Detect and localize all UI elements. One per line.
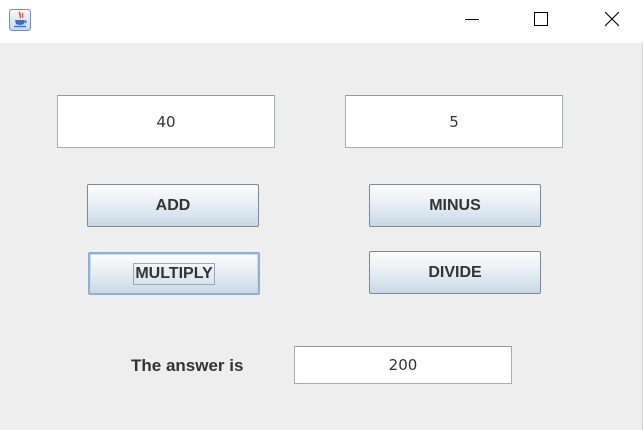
divide-button[interactable]: DIVIDE [369, 251, 541, 294]
first-number-field[interactable] [57, 95, 275, 148]
add-button[interactable]: ADD [87, 184, 259, 227]
minimize-button[interactable] [449, 0, 495, 40]
minus-button-label: MINUS [429, 196, 481, 214]
answer-label: The answer is [131, 356, 244, 375]
title-bar[interactable] [0, 0, 643, 43]
calculator-window: ADD MINUS MULTIPLY DIVIDE The answer is [0, 0, 643, 430]
multiply-button-label: MULTIPLY [133, 262, 215, 285]
divide-button-label: DIVIDE [428, 263, 482, 281]
java-cup-icon[interactable] [9, 9, 31, 31]
minimize-icon [465, 19, 479, 20]
second-number-field[interactable] [345, 95, 563, 148]
multiply-button[interactable]: MULTIPLY [88, 252, 260, 295]
add-button-label: ADD [155, 196, 191, 214]
maximize-button[interactable] [518, 0, 564, 40]
close-button[interactable] [589, 0, 635, 40]
minus-button[interactable]: MINUS [369, 184, 541, 227]
answer-field[interactable] [294, 346, 512, 384]
maximize-icon [534, 12, 548, 26]
close-icon [604, 11, 620, 27]
